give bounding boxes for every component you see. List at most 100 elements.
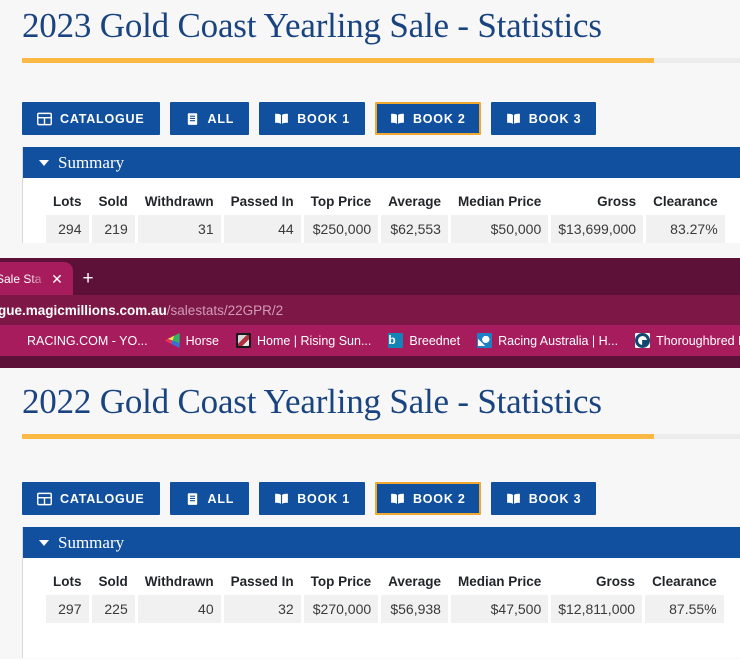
cell-passed-in: 32 [223, 595, 301, 623]
open-book-icon [274, 112, 289, 126]
tab-title: Sale Sta [0, 271, 42, 286]
book-3-button[interactable]: BOOK 3 [490, 482, 597, 515]
bottom-catalogue-toolbar: CATALOGUE ALL BOOK 1 BOOK 2 BOOK 3 [0, 482, 740, 515]
cell-clearance: 83.27% [646, 215, 725, 243]
cell-lots: 297 [46, 595, 89, 623]
summary-table: Lots Sold Withdrawn Passed In Top Price … [43, 574, 727, 623]
url-path: /salestats/22GPR/2 [166, 302, 284, 318]
all-button[interactable]: ALL [169, 102, 250, 135]
cell-gross: $13,699,000 [551, 215, 644, 243]
all-button-label: ALL [207, 111, 235, 126]
title-underline-gold [22, 434, 654, 439]
column-header-sold: Sold [98, 574, 128, 589]
bookmark-label: Home | Rising Sun... [256, 333, 372, 348]
book-2-button-label: BOOK 2 [412, 111, 466, 126]
title-underline-gold [22, 58, 654, 63]
book-1-button-label: BOOK 1 [297, 111, 350, 126]
bottom-sale-stats-page: 2022 Gold Coast Yearling Sale - Statisti… [0, 368, 740, 659]
column-header-average: Average [388, 574, 441, 589]
title-underline [22, 58, 740, 68]
catalogue-button-label: CATALOGUE [60, 491, 145, 506]
close-icon[interactable]: ✕ [49, 272, 65, 286]
new-tab-button[interactable]: + [73, 269, 103, 288]
bookmark-breednet[interactable]: b Breednet [388, 333, 460, 348]
cell-average: $62,553 [381, 215, 448, 243]
book-3-button[interactable]: BOOK 3 [490, 102, 597, 135]
bookmark-racingcom[interactable]: RACING.COM - YO... [6, 333, 148, 348]
summary-table: Lots Sold Withdrawn Passed In Top Price … [43, 194, 728, 243]
column-header-top-price: Top Price [310, 194, 372, 209]
table-row: 297 225 40 32 $270,000 $56,938 $47,500 $… [46, 595, 724, 623]
summary-card-header[interactable]: Summary [23, 147, 740, 178]
column-header-lots: Lots [53, 194, 82, 209]
page-title: 2022 Gold Coast Yearling Sale - Statisti… [22, 382, 602, 421]
bookmark-label: Racing Australia | H... [498, 333, 619, 348]
column-header-clearance: Clearance [653, 194, 718, 209]
caret-down-icon [39, 539, 49, 546]
caret-down-icon [39, 159, 49, 166]
table-row: 294 219 31 44 $250,000 $62,553 $50,000 $… [46, 215, 725, 243]
browser-tab[interactable]: Sale Sta ✕ [0, 262, 73, 295]
url-text: gue.magicmillions.com.au/salestats/22GPR… [0, 303, 283, 318]
open-book-icon [506, 112, 521, 126]
cell-median-price: $50,000 [450, 215, 549, 243]
breednet-favicon: b [388, 333, 404, 348]
cell-median-price: $47,500 [450, 595, 549, 623]
bookmark-racing-australia[interactable]: Racing Australia | H... [477, 333, 618, 348]
book-2-button[interactable]: BOOK 2 [374, 482, 481, 515]
book-1-button-label: BOOK 1 [297, 491, 350, 506]
summary-card-title: Summary [58, 532, 125, 552]
catalogue-button[interactable]: CATALOGUE [22, 102, 160, 135]
bookmark-label: Horse [185, 333, 219, 348]
column-header-passed-in: Passed In [230, 574, 294, 589]
grid-icon [37, 112, 52, 126]
racingaustralia-favicon [477, 333, 493, 348]
browser-chrome: Sale Sta ✕ + gue.magicmillions.com.au/sa… [0, 258, 740, 368]
address-bar[interactable]: gue.magicmillions.com.au/salestats/22GPR… [0, 295, 740, 325]
top-sale-stats-page: 2023 Gold Coast Yearling Sale - Statisti… [0, 0, 740, 258]
list-document-icon [185, 112, 200, 126]
open-book-icon [274, 492, 289, 506]
cell-average: $56,938 [381, 595, 448, 623]
bookmark-rising-sun[interactable]: Home | Rising Sun... [235, 333, 372, 348]
cell-top-price: $250,000 [303, 215, 379, 243]
open-book-icon [390, 112, 405, 126]
all-button[interactable]: ALL [169, 482, 250, 515]
tab-strip: Sale Sta ✕ + [0, 260, 740, 295]
open-book-icon [506, 492, 521, 506]
cell-withdrawn: 31 [137, 215, 221, 243]
bookmark-label: Thoroughbred Bree... [656, 333, 740, 348]
summary-card-body: Lots Sold Withdrawn Passed In Top Price … [23, 558, 740, 658]
cell-lots: 294 [46, 215, 89, 243]
catalogue-button-label: CATALOGUE [60, 111, 145, 126]
column-header-passed-in: Passed In [230, 194, 294, 209]
bookmark-horse[interactable]: Horse [164, 333, 219, 348]
top-summary-card: Summary Lots Sold Withdrawn Passed In To… [22, 147, 740, 243]
grid-icon [37, 492, 52, 506]
column-header-sold: Sold [98, 194, 128, 209]
book-2-button-label: BOOK 2 [412, 491, 466, 506]
summary-card-header[interactable]: Summary [23, 527, 740, 558]
page-title: 2023 Gold Coast Yearling Sale - Statisti… [22, 6, 602, 45]
book-1-button[interactable]: BOOK 1 [259, 482, 365, 515]
cell-clearance: 87.55% [645, 595, 724, 623]
column-header-average: Average [388, 194, 441, 209]
horse-favicon [164, 333, 180, 348]
url-host: gue.magicmillions.com.au [0, 302, 167, 318]
screenshot-root: 2023 Gold Coast Yearling Sale - Statisti… [0, 0, 740, 659]
book-3-button-label: BOOK 3 [528, 111, 582, 126]
racingcom-favicon [6, 333, 21, 348]
cell-sold: 225 [91, 595, 135, 623]
thoroughbred-favicon [635, 333, 651, 348]
bookmarks-bar: RACING.COM - YO... Horse Home | Rising S… [0, 325, 740, 356]
book-2-button[interactable]: BOOK 2 [374, 102, 481, 135]
cell-sold: 219 [91, 215, 135, 243]
column-header-gross: Gross [596, 574, 636, 589]
book-1-button[interactable]: BOOK 1 [259, 102, 365, 135]
book-3-button-label: BOOK 3 [528, 491, 582, 506]
column-header-withdrawn: Withdrawn [144, 574, 214, 589]
catalogue-button[interactable]: CATALOGUE [22, 482, 160, 515]
bookmark-thoroughbred[interactable]: Thoroughbred Bree... [635, 333, 740, 348]
risingsun-favicon [235, 333, 251, 348]
all-button-label: ALL [207, 491, 235, 506]
